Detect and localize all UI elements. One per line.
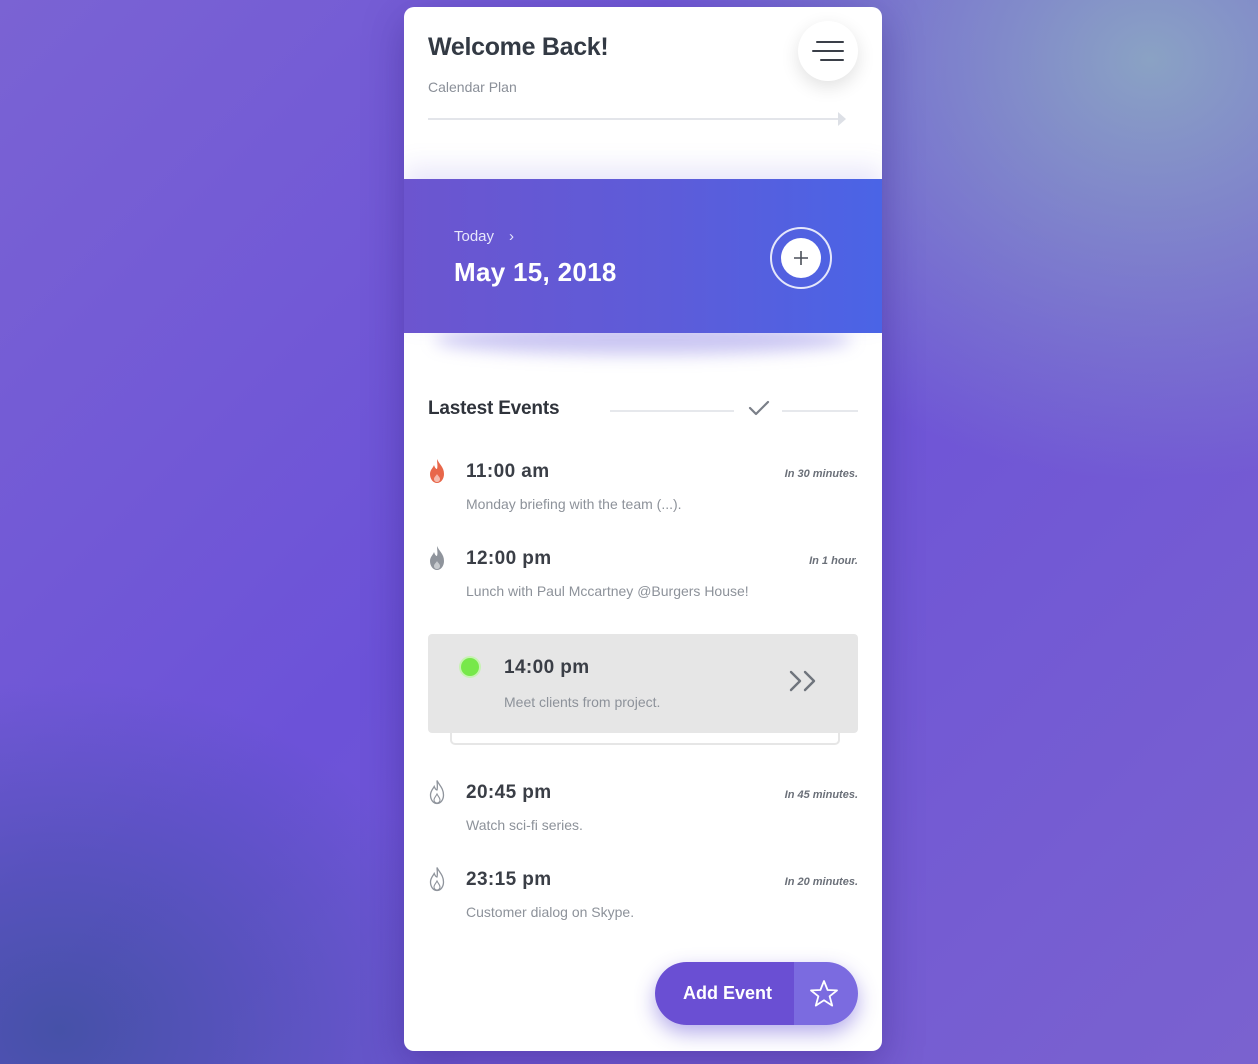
- flame-icon: [428, 458, 446, 489]
- event-description: Lunch with Paul Mccartney @Burgers House…: [466, 583, 749, 599]
- today-panel: Today › May 15, 2018: [404, 179, 882, 333]
- flame-icon: [428, 779, 446, 810]
- double-chevron-right-icon[interactable]: [788, 668, 820, 699]
- flame-icon: [428, 545, 446, 576]
- status-dot: [461, 658, 479, 676]
- event-item[interactable]: 11:00 am In 30 minutes. Monday briefing …: [428, 458, 858, 518]
- event-time: 14:00 pm: [504, 657, 590, 678]
- add-event-fab: Add Event: [655, 962, 858, 1025]
- add-event-button[interactable]: Add Event: [655, 962, 794, 1025]
- checkmark-icon[interactable]: [748, 399, 770, 422]
- event-time: 12:00 pm: [466, 548, 552, 569]
- add-button[interactable]: [770, 227, 832, 289]
- event-item[interactable]: 12:00 pm In 1 hour. Lunch with Paul Mcca…: [428, 545, 858, 605]
- progress-track: [428, 118, 844, 120]
- divider: [782, 410, 858, 412]
- event-description: Monday briefing with the team (...).: [466, 496, 682, 512]
- event-time: 20:45 pm: [466, 782, 552, 803]
- event-eta: In 45 minutes.: [784, 789, 858, 801]
- event-description: Meet clients from project.: [504, 694, 661, 710]
- event-item[interactable]: 20:45 pm In 45 minutes. Watch sci-fi ser…: [428, 779, 858, 839]
- event-eta: In 20 minutes.: [784, 876, 858, 888]
- event-eta: In 1 hour.: [809, 555, 858, 567]
- page-title: Welcome Back!: [428, 33, 609, 61]
- chevron-right-icon[interactable]: ›: [509, 228, 514, 245]
- event-description: Watch sci-fi series.: [466, 817, 583, 833]
- event-eta: In 30 minutes.: [784, 468, 858, 480]
- favorite-button[interactable]: [794, 962, 858, 1025]
- active-event-underlay: [450, 733, 840, 745]
- calendar-card: Welcome Back! Calendar Plan Today › May …: [404, 7, 882, 1051]
- page-subtitle: Calendar Plan: [428, 79, 517, 95]
- menu-line: [812, 50, 844, 52]
- active-event[interactable]: 14:00 pm Meet clients from project.: [428, 634, 858, 733]
- plus-icon: [781, 238, 821, 278]
- event-item[interactable]: 23:15 pm In 20 minutes. Customer dialog …: [428, 866, 858, 926]
- event-time: 11:00 am: [466, 461, 550, 482]
- flame-icon: [428, 866, 446, 897]
- event-description: Customer dialog on Skype.: [466, 904, 635, 920]
- progress-arrow-icon: [838, 112, 846, 126]
- menu-line: [816, 41, 844, 43]
- section-title: Lastest Events: [428, 398, 560, 419]
- event-time: 23:15 pm: [466, 869, 552, 890]
- divider: [610, 410, 734, 412]
- today-label[interactable]: Today: [454, 228, 494, 245]
- current-date: May 15, 2018: [454, 257, 617, 287]
- menu-line: [820, 59, 844, 61]
- menu-button[interactable]: [798, 21, 858, 81]
